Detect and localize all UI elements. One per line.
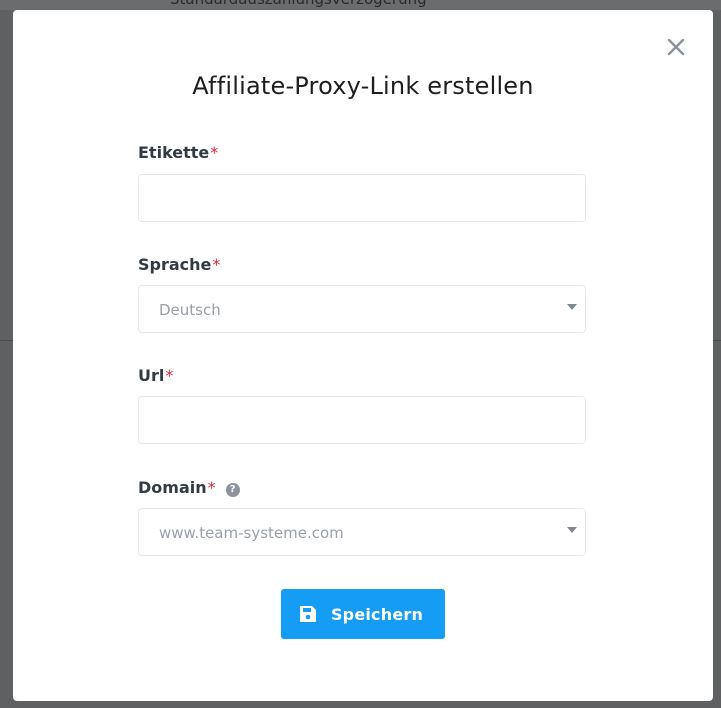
background-text: Standardauszahlungsverzögerung <box>170 0 427 8</box>
label-field-label: Etikette* <box>138 143 218 162</box>
question-circle-icon[interactable]: ? <box>225 483 240 497</box>
language-field-label: Sprache* <box>138 255 220 274</box>
label-field-text: Etikette <box>138 143 210 162</box>
backdrop-divider <box>0 340 13 341</box>
floppy-disk-icon <box>299 606 316 622</box>
language-field-text: Sprache <box>138 255 212 274</box>
backdrop-divider-right <box>713 340 721 341</box>
required-marker: * <box>165 366 174 385</box>
save-button[interactable]: Speichern <box>281 589 445 639</box>
domain-field-text: Domain <box>138 478 207 497</box>
url-field-label: Url* <box>138 366 173 385</box>
language-select[interactable]: Deutsch <box>138 285 586 333</box>
caret-down-icon <box>567 527 577 533</box>
save-button-label: Speichern <box>330 604 424 624</box>
close-icon <box>667 38 685 56</box>
url-field-text: Url <box>138 366 165 385</box>
caret-down-icon <box>567 304 577 310</box>
language-select-value: Deutsch <box>159 301 221 319</box>
modal-title: Affiliate-Proxy-Link erstellen <box>192 72 534 100</box>
label-input[interactable] <box>138 174 586 222</box>
domain-select-value: www.team-systeme.com <box>159 524 344 542</box>
domain-field-label: Domain*? <box>138 478 240 497</box>
url-input[interactable] <box>138 396 586 444</box>
create-proxy-link-modal: Affiliate-Proxy-Link erstellen Etikette*… <box>13 10 713 701</box>
backdrop-page: Standardauszahlungsverzögerung <box>0 0 721 10</box>
close-button[interactable] <box>665 36 687 58</box>
domain-select[interactable]: www.team-systeme.com <box>138 508 586 556</box>
required-marker: * <box>212 255 221 274</box>
required-marker: * <box>207 478 216 497</box>
required-marker: * <box>210 143 219 162</box>
